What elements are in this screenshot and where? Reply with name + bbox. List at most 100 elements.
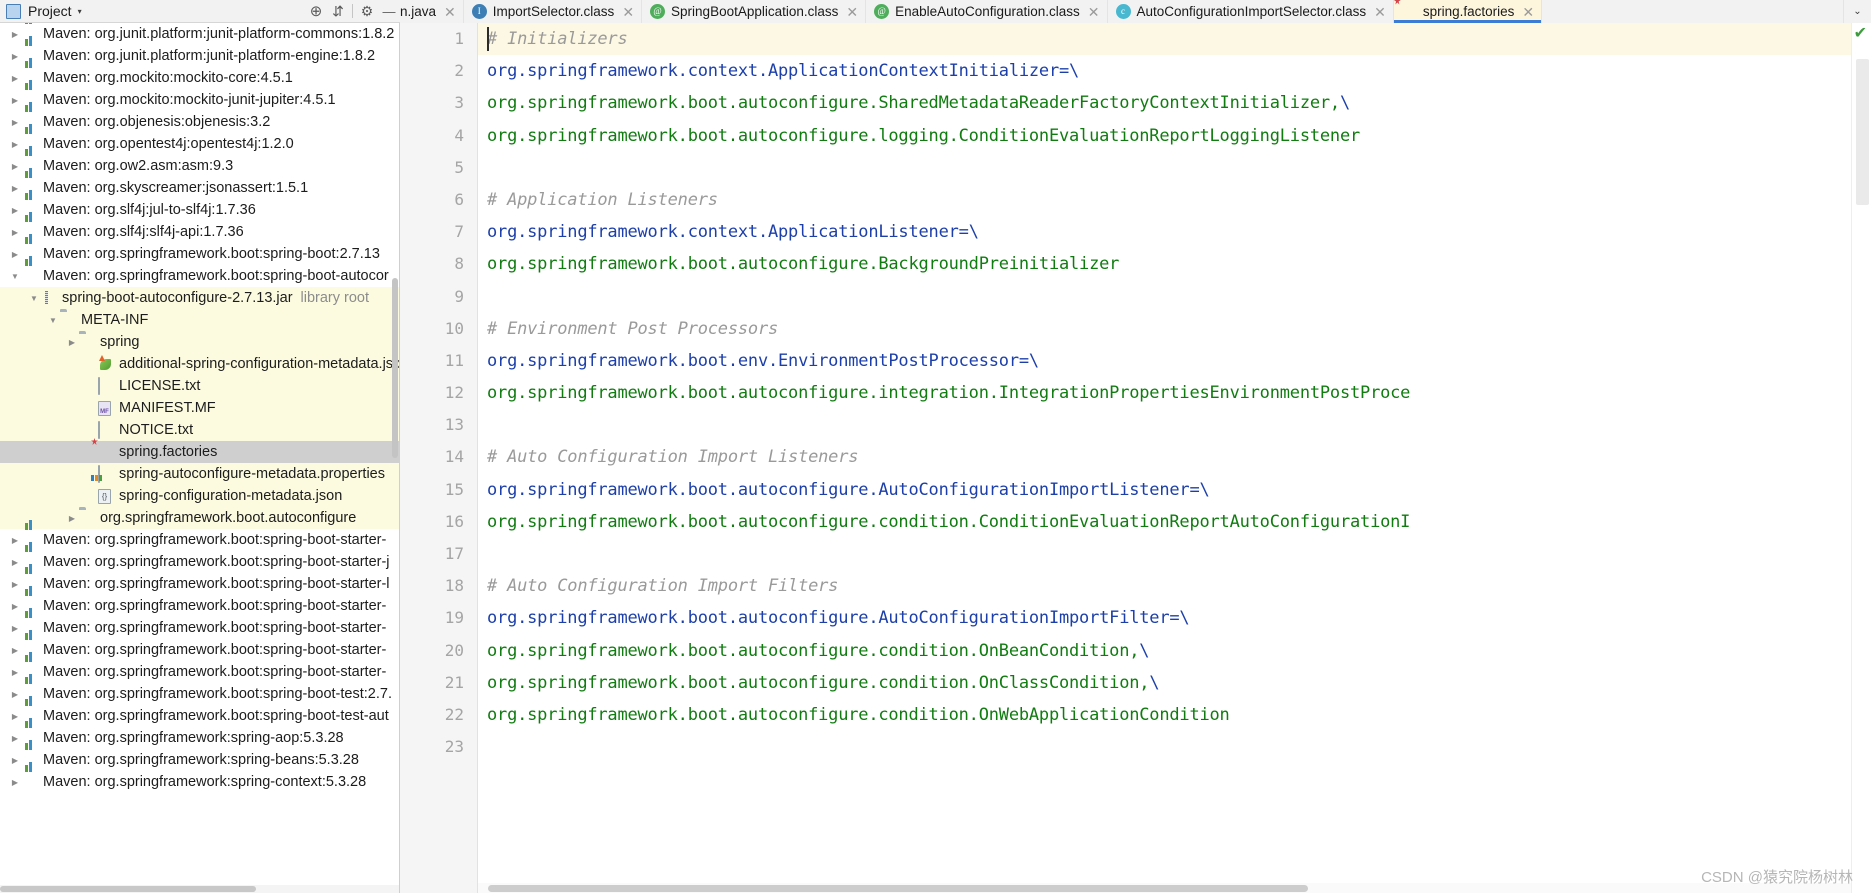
editor-vertical-scroll-thumb[interactable] — [1856, 59, 1869, 205]
chevron-down-icon[interactable]: ▾ — [78, 7, 82, 16]
chevron-right-icon[interactable]: ▶ — [8, 602, 22, 611]
code-line[interactable]: org.springframework.boot.autoconfigure.c… — [478, 635, 1871, 667]
tab-close-icon[interactable]: ✕ — [1374, 5, 1386, 19]
tab-overflow-icon[interactable]: ⌄ — [1843, 0, 1871, 23]
chevron-down-icon[interactable]: ▼ — [8, 272, 22, 281]
project-tree-panel[interactable]: ▶ Maven: org.junit.platform:junit-platfor… — [0, 23, 400, 893]
editor-tab-spring-factories[interactable]: spring.factories ✕ — [1393, 0, 1543, 23]
tree-row[interactable]: ▼ META-INF — [0, 309, 399, 331]
chevron-right-icon[interactable]: ▶ — [8, 668, 22, 677]
editor-tab-importselector-class[interactable]: I ImportSelector.class ✕ — [463, 0, 643, 23]
code-editor[interactable]: 1 2 3 4 5 6 7 8 9 10 11 12 13 14 15 16 17 18 19 20 21 22 23 # … — [400, 23, 1871, 893]
tree-row[interactable]: ▶ Maven: org.springframework:spring-beans… — [0, 749, 399, 771]
code-line[interactable] — [478, 731, 1871, 763]
collapse-all-icon[interactable]: ⇵ — [327, 3, 349, 20]
tree-row[interactable]: ▶ Maven: org.objenesis:objenesis:3.2 — [0, 111, 399, 133]
chevron-right-icon[interactable]: ▶ — [8, 756, 22, 765]
chevron-right-icon[interactable]: ▶ — [8, 162, 22, 171]
chevron-right-icon[interactable]: ▶ — [8, 52, 22, 61]
tree-row[interactable]: ▶ org.springframework.boot.autoconfigure — [0, 507, 399, 529]
code-area[interactable]: # Initializers org.springframework.contex… — [478, 23, 1871, 893]
chevron-right-icon[interactable]: ▶ — [8, 580, 22, 589]
tree-row[interactable]: ▼ Maven: org.springframework.boot:spring-… — [0, 265, 399, 287]
tree-row[interactable]: ▶ Maven: org.springframework.boot:spring-… — [0, 573, 399, 595]
code-line[interactable]: org.springframework.boot.autoconfigure.c… — [478, 699, 1871, 731]
tree-row[interactable]: ▶ Maven: org.junit.platform:junit-platfor… — [0, 45, 399, 67]
tree-row[interactable]: ▶ Maven: org.springframework.boot:spring-… — [0, 243, 399, 265]
tree-row[interactable]: ▶ Maven: org.opentest4j:opentest4j:1.2.0 — [0, 133, 399, 155]
chevron-right-icon[interactable]: ▶ — [8, 690, 22, 699]
tab-close-icon[interactable]: ✕ — [622, 5, 634, 19]
code-line[interactable]: org.springframework.boot.autoconfigure.B… — [478, 248, 1871, 280]
tab-close-icon[interactable]: ✕ — [846, 5, 858, 19]
sidebar-vertical-scrollbar[interactable] — [391, 278, 399, 458]
tree-row[interactable]: ▶ Maven: org.slf4j:jul-to-slf4j:1.7.36 — [0, 199, 399, 221]
tree-row[interactable]: ▶ Maven: org.springframework:spring-aop:5… — [0, 727, 399, 749]
tree-row[interactable]: ▶ Maven: org.springframework.boot:spring-… — [0, 617, 399, 639]
editor-marker-gutter[interactable]: ✔ — [1851, 23, 1871, 893]
tree-row[interactable]: ▶ Maven: org.springframework.boot:spring-… — [0, 639, 399, 661]
chevron-right-icon[interactable]: ▶ — [8, 712, 22, 721]
code-line[interactable]: org.springframework.context.ApplicationC… — [478, 55, 1871, 87]
sidebar-vertical-scroll-thumb[interactable] — [392, 278, 398, 458]
editor-tab-n-java[interactable]: n.java ✕ — [400, 0, 464, 23]
chevron-right-icon[interactable]: ▶ — [8, 250, 22, 259]
tree-row[interactable]: ▶ Maven: org.springframework:spring-conte… — [0, 771, 399, 793]
chevron-right-icon[interactable]: ▶ — [65, 514, 79, 523]
sidebar-horizontal-scrollbar[interactable] — [0, 885, 399, 893]
tree-row[interactable]: LICENSE.txt — [0, 375, 399, 397]
chevron-right-icon[interactable]: ▶ — [8, 228, 22, 237]
chevron-down-icon[interactable]: ▼ — [46, 316, 60, 325]
editor-horizontal-scroll-thumb[interactable] — [488, 885, 1308, 892]
code-line[interactable]: # Application Listeners — [478, 184, 1871, 216]
chevron-right-icon[interactable]: ▶ — [8, 140, 22, 149]
tree-row[interactable]: ▼ spring-boot-autoconfigure-2.7.13.jar lib… — [0, 287, 399, 309]
chevron-right-icon[interactable]: ▶ — [8, 206, 22, 215]
tree-row[interactable]: ▶ Maven: org.springframework.boot:spring-… — [0, 529, 399, 551]
code-line[interactable]: org.springframework.boot.autoconfigure.S… — [478, 87, 1871, 119]
code-line[interactable]: org.springframework.boot.autoconfigure.A… — [478, 602, 1871, 634]
code-line[interactable] — [478, 538, 1871, 570]
code-line[interactable]: # Initializers — [478, 23, 1871, 55]
sidebar-horizontal-scroll-thumb[interactable] — [0, 886, 256, 892]
chevron-right-icon[interactable]: ▶ — [8, 96, 22, 105]
tree-row[interactable]: ▶ Maven: org.springframework.boot:spring-… — [0, 683, 399, 705]
chevron-right-icon[interactable]: ▶ — [8, 536, 22, 545]
tree-row[interactable]: NOTICE.txt — [0, 419, 399, 441]
code-line[interactable] — [478, 152, 1871, 184]
chevron-right-icon[interactable]: ▶ — [8, 30, 22, 39]
tree-row[interactable]: {} spring-configuration-metadata.json — [0, 485, 399, 507]
settings-gear-icon[interactable]: ⚙ — [356, 3, 378, 20]
locate-icon[interactable]: ⊕ — [305, 2, 327, 20]
tab-close-icon[interactable]: ✕ — [1088, 5, 1100, 19]
tree-row[interactable]: ▶ Maven: org.springframework.boot:spring-… — [0, 551, 399, 573]
tree-row[interactable]: spring.factories — [0, 441, 399, 463]
chevron-right-icon[interactable]: ▶ — [8, 558, 22, 567]
tab-close-icon[interactable]: ✕ — [1522, 5, 1534, 19]
tree-row[interactable]: ▶ Maven: org.mockito:mockito-core:4.5.1 — [0, 67, 399, 89]
tree-row[interactable]: ▶ Maven: org.springframework.boot:spring-… — [0, 705, 399, 727]
tree-row[interactable]: ▶ Maven: org.ow2.asm:asm:9.3 — [0, 155, 399, 177]
tree-row[interactable]: ▶ Maven: org.junit.platform:junit-platfor… — [0, 23, 399, 45]
code-line[interactable] — [478, 409, 1871, 441]
code-line[interactable]: # Auto Configuration Import Listeners — [478, 441, 1871, 473]
tree-row[interactable]: MF MANIFEST.MF — [0, 397, 399, 419]
chevron-right-icon[interactable]: ▶ — [8, 184, 22, 193]
code-line[interactable]: org.springframework.context.ApplicationL… — [478, 216, 1871, 248]
chevron-right-icon[interactable]: ▶ — [8, 734, 22, 743]
tab-close-icon[interactable]: ✕ — [444, 5, 456, 19]
hide-panel-icon[interactable]: — — [378, 4, 400, 19]
code-line[interactable]: org.springframework.boot.env.Environment… — [478, 345, 1871, 377]
code-line[interactable] — [478, 281, 1871, 313]
chevron-right-icon[interactable]: ▶ — [8, 74, 22, 83]
code-line[interactable]: org.springframework.boot.autoconfigure.A… — [478, 474, 1871, 506]
chevron-right-icon[interactable]: ▶ — [65, 338, 79, 347]
chevron-right-icon[interactable]: ▶ — [8, 118, 22, 127]
editor-tab-springbootapplication-class[interactable]: @ SpringBootApplication.class ✕ — [642, 0, 867, 23]
code-line[interactable]: # Environment Post Processors — [478, 313, 1871, 345]
chevron-down-icon[interactable]: ▼ — [27, 294, 41, 303]
code-line[interactable]: org.springframework.boot.autoconfigure.c… — [478, 667, 1871, 699]
tree-row[interactable]: ▶ Maven: org.skyscreamer:jsonassert:1.5.1 — [0, 177, 399, 199]
editor-tab-enableautoconfiguration-class[interactable]: @ EnableAutoConfiguration.class ✕ — [866, 0, 1108, 23]
chevron-right-icon[interactable]: ▶ — [8, 646, 22, 655]
